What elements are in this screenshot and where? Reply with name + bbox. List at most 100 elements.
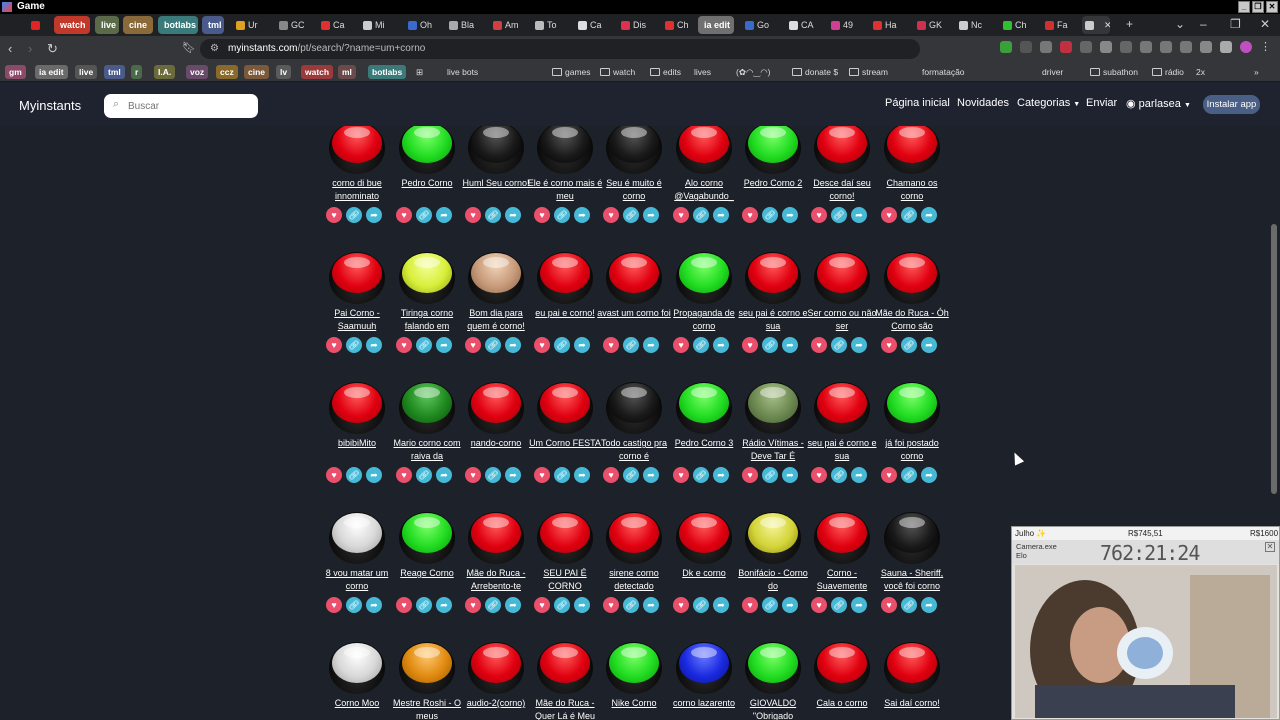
favorite-heart-icon[interactable]: ♥ — [465, 207, 481, 223]
sound-title-link[interactable]: Ser corno ou não ser — [804, 307, 880, 333]
sound-title-link[interactable]: Um Corno FESTA — [527, 437, 603, 463]
sound-title-link[interactable]: audio-2(corno) — [458, 697, 534, 720]
copy-link-icon[interactable]: 🔗︎ — [762, 337, 778, 353]
favorite-heart-icon[interactable]: ♥ — [465, 467, 481, 483]
browser-tab[interactable]: Ch — [1000, 16, 1036, 34]
browser-tab[interactable]: Go — [742, 16, 778, 34]
sound-title-link[interactable]: Mario corno com raiva da — [389, 437, 465, 463]
extension-icon[interactable] — [1020, 41, 1032, 53]
share-icon[interactable]: ➦ — [713, 597, 729, 613]
nav-home[interactable]: Página inicial — [885, 97, 950, 109]
bookmark-item[interactable]: voz — [186, 65, 209, 79]
bookmark-item[interactable]: ccz — [216, 65, 238, 79]
sound-play-button[interactable] — [814, 252, 870, 304]
sound-play-button[interactable] — [884, 382, 940, 434]
copy-link-icon[interactable]: 🔗︎ — [416, 597, 432, 613]
favorite-heart-icon[interactable]: ♥ — [881, 597, 897, 613]
sound-title-link[interactable]: já foi postado corno — [874, 437, 950, 463]
tab-group-botlabs[interactable]: botlabs — [158, 16, 198, 34]
copy-link-icon[interactable]: 🔗︎ — [901, 467, 917, 483]
sound-play-button[interactable] — [468, 512, 524, 564]
sound-play-button[interactable] — [606, 512, 662, 564]
favorite-heart-icon[interactable]: ♥ — [534, 337, 550, 353]
bookmark-folder[interactable]: games — [548, 65, 595, 79]
copy-link-icon[interactable]: 🔗︎ — [623, 337, 639, 353]
sound-play-button[interactable] — [884, 126, 940, 174]
sound-play-button[interactable] — [676, 642, 732, 694]
sound-play-button[interactable] — [329, 382, 385, 434]
favorite-heart-icon[interactable]: ♥ — [742, 207, 758, 223]
share-icon[interactable]: ➦ — [643, 337, 659, 353]
sound-play-button[interactable] — [814, 126, 870, 174]
favorite-heart-icon[interactable]: ♥ — [326, 597, 342, 613]
sound-title-link[interactable]: Propaganda de corno — [666, 307, 742, 333]
share-icon[interactable]: ➦ — [436, 597, 452, 613]
copy-link-icon[interactable]: 🔗︎ — [762, 597, 778, 613]
bookmark-folder[interactable]: rádio — [1148, 65, 1188, 79]
sound-play-button[interactable] — [468, 252, 524, 304]
sound-play-button[interactable] — [606, 642, 662, 694]
sound-title-link[interactable]: Tiringa corno falando em — [389, 307, 465, 333]
sound-play-button[interactable] — [468, 382, 524, 434]
sound-play-button[interactable] — [468, 642, 524, 694]
favorite-heart-icon[interactable]: ♥ — [742, 337, 758, 353]
extension-icon[interactable] — [1000, 41, 1012, 53]
sound-title-link[interactable]: bibibiMito — [319, 437, 395, 463]
sound-title-link[interactable]: GIOVALDO "Obrigado — [735, 697, 811, 720]
share-icon[interactable]: ➦ — [574, 467, 590, 483]
extension-icon[interactable] — [1160, 41, 1172, 53]
share-icon[interactable]: ➦ — [436, 467, 452, 483]
sound-play-button[interactable] — [537, 252, 593, 304]
share-icon[interactable]: ➦ — [505, 337, 521, 353]
share-icon[interactable]: ➦ — [851, 597, 867, 613]
site-brand[interactable]: Myinstants — [19, 98, 81, 113]
browser-tab[interactable]: Ha — [870, 16, 908, 34]
sound-title-link[interactable]: 8 vou matar um corno — [319, 567, 395, 593]
share-icon[interactable]: ➦ — [713, 467, 729, 483]
sound-title-link[interactable]: Sai daí corno! — [874, 697, 950, 720]
extension-icon[interactable] — [1140, 41, 1152, 53]
favorite-heart-icon[interactable]: ♥ — [811, 207, 827, 223]
share-icon[interactable]: ➦ — [851, 467, 867, 483]
copy-link-icon[interactable]: 🔗︎ — [485, 467, 501, 483]
sound-title-link[interactable]: Corno Moo — [319, 697, 395, 720]
favorite-heart-icon[interactable]: ♥ — [326, 207, 342, 223]
sound-play-button[interactable] — [745, 642, 801, 694]
favorite-heart-icon[interactable]: ♥ — [396, 207, 412, 223]
tab-group-watch[interactable]: watch — [54, 16, 90, 34]
sound-title-link[interactable]: corno di bue innominato — [319, 177, 395, 203]
bookmark-item[interactable]: live bots — [443, 65, 482, 79]
sound-title-link[interactable]: corno lazarento — [666, 697, 742, 720]
sound-play-button[interactable] — [399, 512, 455, 564]
sound-title-link[interactable]: Pai Corno - Saamuuh — [319, 307, 395, 333]
sound-title-link[interactable]: Corno - Suavemente — [804, 567, 880, 593]
tab-group-cine[interactable]: cine — [123, 16, 153, 34]
favorite-heart-icon[interactable]: ♥ — [465, 337, 481, 353]
favorite-heart-icon[interactable]: ♥ — [534, 597, 550, 613]
share-icon[interactable]: ➦ — [505, 597, 521, 613]
forward-arrow-icon[interactable]: › — [28, 41, 32, 56]
sound-title-link[interactable]: avast um corno foi — [596, 307, 672, 333]
sound-play-button[interactable] — [606, 252, 662, 304]
favorite-heart-icon[interactable]: ♥ — [742, 597, 758, 613]
copy-link-icon[interactable]: 🔗︎ — [416, 207, 432, 223]
favorite-heart-icon[interactable]: ♥ — [603, 207, 619, 223]
sound-title-link[interactable]: Alo corno @Vagabundo_ — [666, 177, 742, 203]
copy-link-icon[interactable]: 🔗︎ — [623, 597, 639, 613]
sound-title-link[interactable]: Nike Corno — [596, 697, 672, 720]
sound-title-link[interactable]: Ele é corno mais é meu — [527, 177, 603, 203]
nav-news[interactable]: Novidades — [957, 97, 1009, 109]
sound-play-button[interactable] — [329, 126, 385, 174]
favorite-heart-icon[interactable]: ♥ — [881, 467, 897, 483]
sound-play-button[interactable] — [745, 512, 801, 564]
address-bar[interactable]: ⚙ myinstants.com/pt/search/?name=um+corn… — [200, 39, 920, 59]
bookmark-folder[interactable]: stream — [845, 65, 892, 79]
extension-icon[interactable] — [1200, 41, 1212, 53]
share-icon[interactable]: ➦ — [921, 207, 937, 223]
share-icon[interactable]: ➦ — [782, 597, 798, 613]
sound-title-link[interactable]: Seu é muito é corno — [596, 177, 672, 203]
browser-tab[interactable]: Ch — [662, 16, 692, 34]
favorite-heart-icon[interactable]: ♥ — [534, 207, 550, 223]
search-box[interactable]: ⌕ — [104, 94, 258, 118]
restore-button[interactable]: ❐ — [1252, 1, 1264, 13]
